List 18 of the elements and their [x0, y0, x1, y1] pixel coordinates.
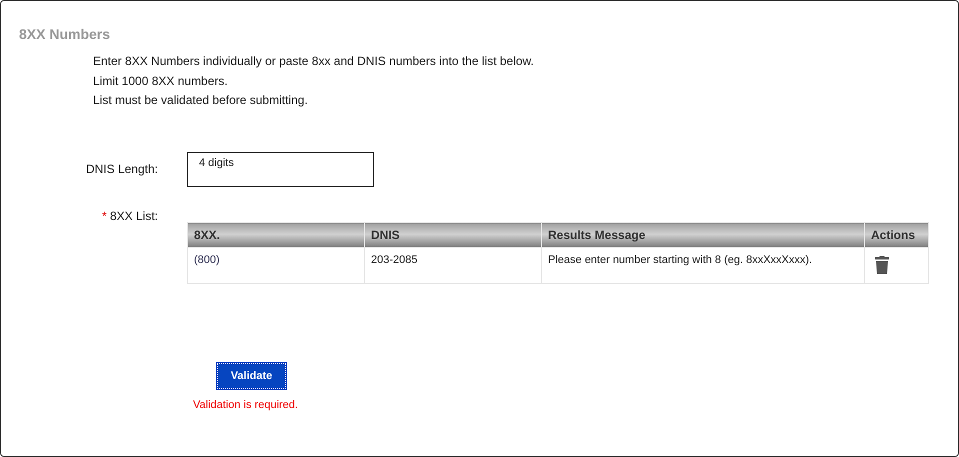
- instruction-text: Enter 8XX Numbers individually or paste 8xx and DNIS numbers into the list below.: [93, 54, 535, 68]
- field-label: 8XX List:: [110, 209, 158, 223]
- column-header: Results Message: [542, 222, 864, 248]
- validate-button[interactable]: Validate: [217, 363, 286, 389]
- required-mark: *: [102, 209, 107, 223]
- delete-icon[interactable]: [875, 256, 889, 274]
- field-label: DNIS Length:: [86, 162, 158, 176]
- column-header: DNIS: [364, 222, 542, 248]
- dnis-length-field[interactable]: 4 digits: [187, 152, 374, 187]
- table-cell: (800): [188, 248, 364, 284]
- instruction-text: Limit 1000 8XX numbers.: [93, 74, 229, 88]
- column-header: 8XX.: [188, 222, 364, 248]
- table-cell: 203-2085: [364, 248, 542, 284]
- section-title: 8XX Numbers: [19, 25, 112, 43]
- table-cell: Please enter number starting with 8 (eg. 8xxXxxXxxx).: [542, 248, 864, 284]
- instruction-text: List must be validated before submitting.: [93, 93, 309, 107]
- column-header: Actions: [864, 222, 928, 248]
- error-message: Validation is required.: [193, 399, 299, 411]
